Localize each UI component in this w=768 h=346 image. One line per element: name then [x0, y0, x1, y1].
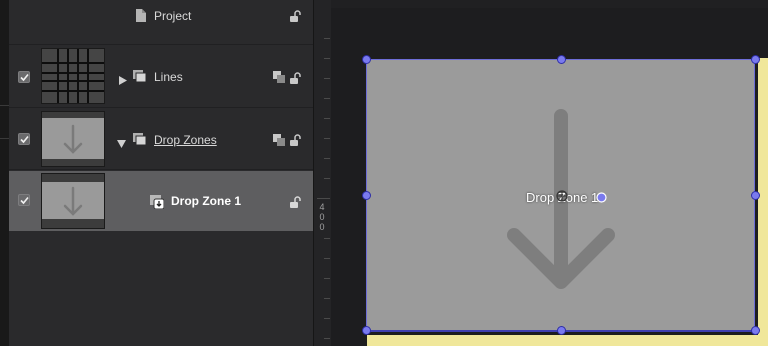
unlock-icon[interactable] — [289, 133, 301, 151]
group-icon — [133, 70, 147, 88]
transform-handle-bottom[interactable] — [557, 326, 566, 335]
vertical-ruler[interactable]: 4 0 0 — [313, 0, 332, 346]
behaviors-icon[interactable] — [273, 133, 285, 151]
unlock-icon[interactable] — [289, 9, 301, 27]
ruler-tick — [324, 278, 330, 279]
layer-row-lines[interactable]: Lines — [9, 46, 313, 108]
layer-label: Lines — [154, 70, 183, 84]
ruler-tick — [324, 338, 330, 339]
ruler-tick — [324, 78, 330, 79]
visibility-checkbox[interactable] — [18, 133, 30, 145]
visibility-checkbox[interactable] — [18, 194, 30, 206]
ruler-tick — [324, 318, 330, 319]
layer-row-project[interactable]: Project — [9, 0, 313, 45]
rotation-handle-icon[interactable] — [596, 190, 607, 208]
ruler-tick — [324, 178, 330, 179]
disclosure-triangle-collapsed-icon[interactable] — [119, 72, 127, 90]
anchor-point-icon[interactable] — [555, 189, 569, 208]
ruler-tick — [324, 138, 330, 139]
document-icon — [136, 9, 146, 27]
ruler-label: 4 — [319, 202, 325, 212]
layer-row-drop-zones[interactable]: Drop Zones — [9, 109, 313, 170]
group-icon — [133, 133, 147, 151]
ruler-major-tick — [317, 198, 330, 199]
transform-handle-left[interactable] — [362, 191, 371, 200]
drop-zone-icon — [150, 195, 165, 214]
ruler-tick — [324, 158, 330, 159]
ruler-tick — [324, 58, 330, 59]
layer-row-drop-zone-1[interactable]: Drop Zone 1 — [9, 171, 313, 231]
transform-handle-right[interactable] — [751, 191, 760, 200]
layer-label: Project — [154, 9, 192, 23]
ruler-tick — [324, 38, 330, 39]
ruler-tick — [324, 238, 330, 239]
ruler-tick — [324, 298, 330, 299]
ruler-label: 0 — [319, 222, 325, 232]
layers-panel: Project Lines Drop Zones Drop Zone 1 — [9, 0, 313, 346]
canvas-viewport[interactable]: Drop Zone 1 — [331, 0, 768, 346]
unlock-icon[interactable] — [289, 71, 301, 89]
ruler-label: 0 — [319, 212, 325, 222]
layer-thumbnail — [41, 48, 105, 104]
yellow-guide-bottom — [367, 335, 758, 346]
layer-thumbnail — [41, 173, 105, 229]
transform-handle-bottom-right[interactable] — [751, 326, 760, 335]
layer-label: Drop Zone 1 — [171, 194, 242, 208]
layer-label: Drop Zones — [154, 133, 217, 147]
canvas-top-strip — [331, 0, 768, 8]
disclosure-triangle-expanded-icon[interactable] — [117, 135, 126, 153]
ruler-tick — [324, 258, 330, 259]
transform-handle-top-left[interactable] — [362, 55, 371, 64]
unlock-icon[interactable] — [289, 195, 301, 213]
layer-thumbnail — [41, 111, 105, 167]
transform-handle-top-right[interactable] — [751, 55, 760, 64]
behaviors-icon[interactable] — [273, 70, 285, 88]
transform-handle-top[interactable] — [557, 55, 566, 64]
edge-divider — [0, 105, 9, 106]
ruler-tick — [324, 118, 330, 119]
ruler-tick — [324, 98, 330, 99]
left-edge-strip — [0, 0, 9, 346]
visibility-checkbox[interactable] — [18, 71, 30, 83]
edge-divider — [0, 138, 9, 139]
yellow-guide-right — [758, 58, 768, 346]
transform-handle-bottom-left[interactable] — [362, 326, 371, 335]
